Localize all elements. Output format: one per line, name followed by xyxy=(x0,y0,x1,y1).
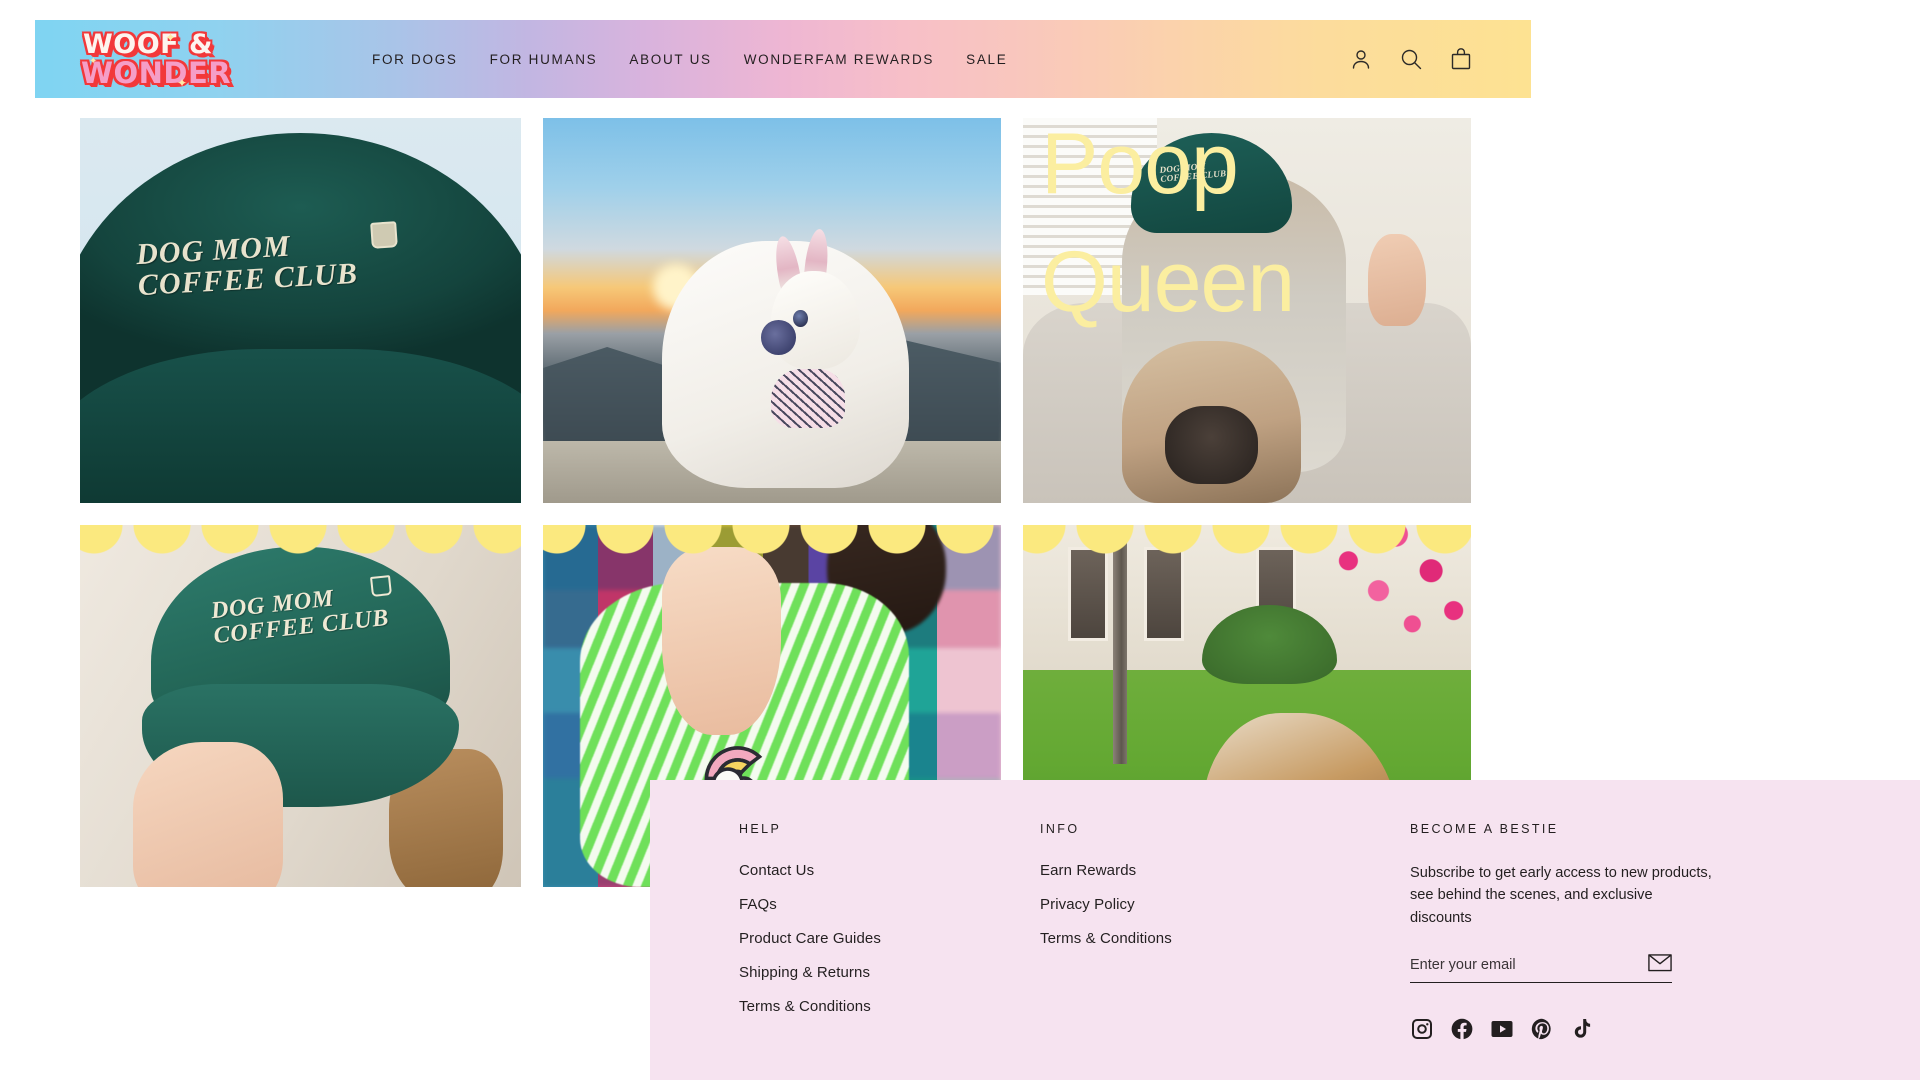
gallery-tile-hat-green-held[interactable]: DOG MOM COFFEE CLUB xyxy=(80,525,521,887)
instagram-icon[interactable] xyxy=(1410,1017,1434,1041)
newsletter-submit-button[interactable] xyxy=(1648,954,1672,972)
nav-item-for-humans[interactable]: FOR HUMANS xyxy=(490,52,598,67)
account-icon[interactable] xyxy=(1349,47,1373,71)
window-shape xyxy=(1143,546,1185,641)
cap-embroidery-text: DOG MOM COFFEE CLUB xyxy=(135,229,360,302)
gallery-tile-poop-queen-video[interactable]: DOG MOM COFFEE CLUB Poop Queen xyxy=(1023,118,1471,503)
search-icon[interactable] xyxy=(1399,47,1423,71)
footer-column-info: INFO Earn Rewards Privacy Policy Terms &… xyxy=(1020,814,1390,1080)
cap-brim-shape xyxy=(80,349,521,503)
nav-item-wonderfam-rewards[interactable]: WONDERFAM REWARDS xyxy=(744,52,934,67)
site-header: WOOF & WONDER ✦ ✦ ✦ FOR DOGS FOR HUMANS … xyxy=(35,20,1531,98)
dog-shape xyxy=(1121,341,1301,503)
tiktok-icon[interactable] xyxy=(1570,1017,1594,1041)
youtube-icon[interactable] xyxy=(1490,1017,1514,1041)
footer-info-title: INFO xyxy=(1040,822,1080,836)
footer-link-faqs[interactable]: FAQs xyxy=(739,896,1020,913)
email-input[interactable] xyxy=(1410,956,1632,973)
gallery-tile-hat-green-closeup[interactable]: DOG MOM COFFEE CLUB xyxy=(80,118,521,503)
logo-line-2: WONDER xyxy=(81,55,232,90)
tree-trunk-shape xyxy=(1112,539,1127,764)
footer-link-terms-conditions[interactable]: Terms & Conditions xyxy=(739,998,1020,1015)
footer-column-help: HELP Contact Us FAQs Product Care Guides… xyxy=(650,814,1020,1080)
footer-column-newsletter: BECOME A BESTIE Subscribe to get early a… xyxy=(1390,814,1810,1080)
dog-body-shape xyxy=(662,227,910,488)
blossom-branch-shape xyxy=(1291,525,1471,678)
coffee-cup-icon xyxy=(370,221,398,249)
footer-link-info-terms-conditions[interactable]: Terms & Conditions xyxy=(1040,930,1390,947)
social-links xyxy=(1410,1017,1810,1041)
footer-link-product-care[interactable]: Product Care Guides xyxy=(739,930,1020,947)
site-footer: HELP Contact Us FAQs Product Care Guides… xyxy=(650,780,1920,1080)
dog-harness-shape xyxy=(770,369,846,429)
nav-item-sale[interactable]: SALE xyxy=(966,52,1007,67)
nav-item-about-us[interactable]: ABOUT US xyxy=(629,52,711,67)
gallery-tile-frenchie-sunset[interactable] xyxy=(543,118,1001,503)
coffee-cup-icon xyxy=(370,574,393,597)
footer-link-shipping-returns[interactable]: Shipping & Returns xyxy=(739,964,1020,981)
product-gallery-grid: DOG MOM COFFEE CLUB DOG MOM COFFEE CLUB … xyxy=(80,118,1471,887)
hand-shape xyxy=(132,742,283,887)
newsletter-description: Subscribe to get early access to new pro… xyxy=(1410,865,1712,926)
pinterest-icon[interactable] xyxy=(1530,1017,1554,1041)
facebook-icon[interactable] xyxy=(1450,1017,1474,1041)
logo-line-1: WOOF & xyxy=(83,28,214,60)
footer-help-title: HELP xyxy=(739,822,782,836)
main-navigation: FOR DOGS FOR HUMANS ABOUT US WONDERFAM R… xyxy=(372,52,1007,67)
cart-icon[interactable] xyxy=(1449,47,1473,71)
newsletter-title: BECOME A BESTIE xyxy=(1410,822,1559,836)
cap-embroidery-text: DOG MOM COFFEE CLUB xyxy=(1158,161,1227,185)
footer-link-contact-us[interactable]: Contact Us xyxy=(739,862,1020,879)
hand-shape xyxy=(1367,233,1427,326)
site-logo[interactable]: WOOF & WONDER ✦ ✦ ✦ xyxy=(81,28,249,90)
footer-link-earn-rewards[interactable]: Earn Rewards xyxy=(1040,862,1390,879)
page-root: WOOF & WONDER ✦ ✦ ✦ FOR DOGS FOR HUMANS … xyxy=(0,0,1920,1080)
newsletter-form xyxy=(1410,954,1672,983)
dog-muzzle-shape xyxy=(761,320,796,355)
dog-face-shape xyxy=(1164,405,1258,484)
footer-link-privacy-policy[interactable]: Privacy Policy xyxy=(1040,896,1390,913)
nav-item-for-dogs[interactable]: FOR DOGS xyxy=(372,52,458,67)
window-shape xyxy=(1067,546,1109,641)
header-icon-group xyxy=(1349,47,1473,71)
